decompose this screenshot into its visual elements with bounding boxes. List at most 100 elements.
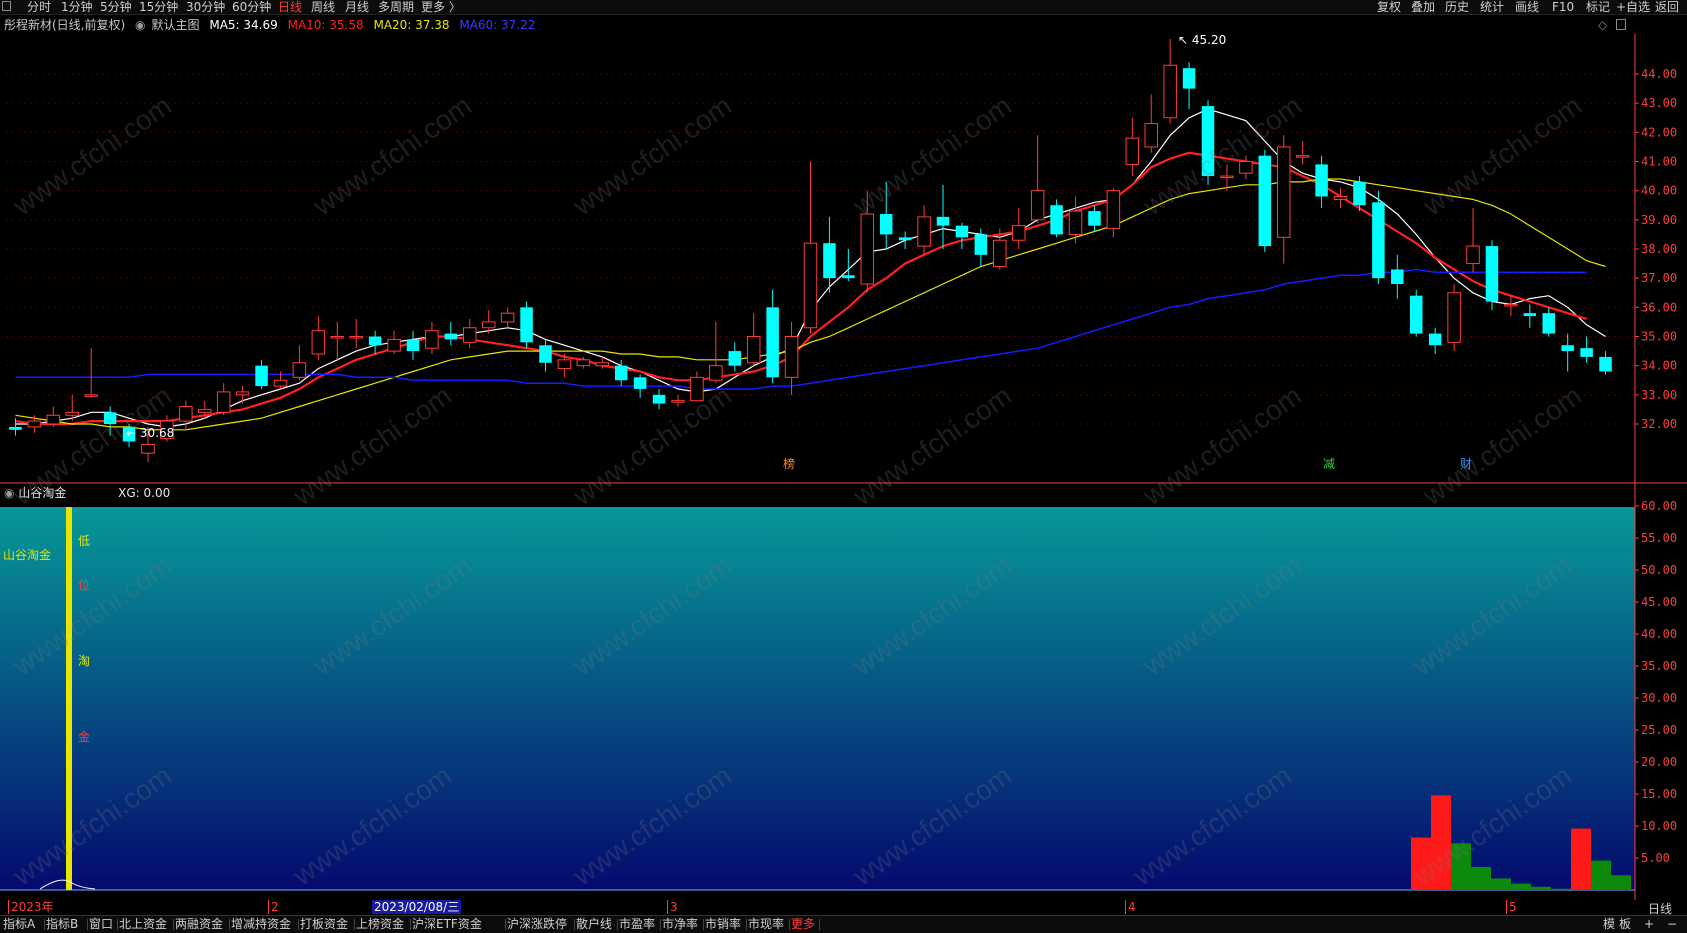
candle-up xyxy=(1466,245,1480,265)
indicator-name[interactable]: 默认主图 xyxy=(152,18,200,32)
candle-down xyxy=(842,275,855,279)
indicator-chart[interactable]: 60.00 55.00 50.00 45.00 40.00 35.00 30.00 25.00… xyxy=(0,484,1687,900)
candle-up xyxy=(198,408,212,413)
period-indicator[interactable]: 日线 xyxy=(1648,900,1672,917)
event-marker-0[interactable]: 榜 xyxy=(783,456,795,471)
candle-up xyxy=(330,336,345,339)
candle-up xyxy=(46,414,61,425)
candle-up xyxy=(576,359,591,367)
indicator-toggle-icon[interactable]: ◉ xyxy=(135,18,145,32)
period-tab-3[interactable]: 15分钟 xyxy=(139,0,178,14)
tab-separator xyxy=(229,919,230,930)
toolbar-button-0[interactable]: 复权 xyxy=(1377,0,1401,14)
valley-bar xyxy=(1471,866,1491,890)
candle-up xyxy=(993,239,1007,267)
candle-up xyxy=(141,443,155,454)
event-marker-1[interactable]: 减 xyxy=(1323,457,1335,471)
bottom-right-button-2[interactable]: + xyxy=(1644,916,1654,933)
candle-down xyxy=(406,339,420,352)
period-tab-8[interactable]: 月线 xyxy=(345,0,369,14)
indicator-tab-14[interactable]: 市现率 xyxy=(748,916,784,933)
diamond-icon[interactable]: ◇ xyxy=(1598,18,1607,32)
period-tab-7[interactable]: 周线 xyxy=(311,0,335,14)
valley-bar xyxy=(1531,886,1551,890)
price-chart[interactable]: 44.00 43.00 42.00 41.00 40.00 39.00 38.00 37.00… xyxy=(0,34,1687,484)
toolbar-button-1[interactable]: 叠加 xyxy=(1411,0,1435,14)
candle-up xyxy=(1030,190,1045,221)
price-tick-label: 36.00 xyxy=(1641,300,1677,314)
period-tab-4[interactable]: 30分钟 xyxy=(186,0,225,14)
toolbar-button-2[interactable]: 历史 xyxy=(1445,0,1469,14)
indicator-tab-8[interactable]: 沪深ETF资金 xyxy=(412,916,482,933)
period-tab-2[interactable]: 5分钟 xyxy=(100,0,132,14)
candle-up xyxy=(860,213,875,285)
panel-toggle-icon[interactable] xyxy=(1616,19,1626,30)
candle-up xyxy=(557,359,572,370)
price-tick-label: 43.00 xyxy=(1641,96,1677,110)
price-tick-label: 38.00 xyxy=(1641,242,1677,256)
candle-up xyxy=(1333,196,1348,200)
indicator-tab-13[interactable]: 市销率 xyxy=(705,916,741,933)
price-tick-label: 34.00 xyxy=(1641,359,1677,373)
bottom-right-button-3[interactable]: − xyxy=(1667,916,1677,933)
candle-down xyxy=(1409,295,1423,334)
indicator-tab-7[interactable]: 上榜资金 xyxy=(356,916,404,933)
indicator-tab-4[interactable]: 两融资金 xyxy=(175,916,223,933)
sub-tick-label: 25.00 xyxy=(1641,723,1677,737)
candle-down xyxy=(1315,164,1328,197)
tab-separator xyxy=(173,919,174,930)
period-tab-5[interactable]: 60分钟 xyxy=(232,0,271,14)
tab-separator xyxy=(789,919,790,930)
indicator-tab-9[interactable]: 沪深涨跌停 xyxy=(507,916,567,933)
valley-bar xyxy=(1511,883,1531,890)
period-tab-1[interactable]: 1分钟 xyxy=(61,0,93,14)
indicator-tab-6[interactable]: 打板资金 xyxy=(300,916,348,933)
toolbar-button-7[interactable]: +自选 xyxy=(1616,0,1650,14)
candle-up xyxy=(709,365,723,381)
candle-down xyxy=(898,237,912,241)
indicator-tab-2[interactable]: 窗口 xyxy=(89,916,113,933)
candle-up xyxy=(1504,303,1518,307)
period-tab-0[interactable]: 分时 xyxy=(27,0,51,14)
bottom-right-button-0[interactable]: 模 xyxy=(1603,916,1615,933)
signal-text-2: 淘 xyxy=(78,654,91,668)
sub-tick-label: 5.00 xyxy=(1641,851,1670,865)
toolbar-button-8[interactable]: 返回 xyxy=(1655,0,1679,14)
candle-up xyxy=(292,362,307,378)
tab-separator xyxy=(44,919,45,930)
toolbar-button-4[interactable]: 画线 xyxy=(1515,0,1539,14)
indicator-tab-15[interactable]: 更多 xyxy=(791,916,815,933)
toolbar-button-3[interactable]: 统计 xyxy=(1480,0,1504,14)
toolbar-button-5[interactable]: F10 xyxy=(1552,0,1574,14)
candle-down xyxy=(520,307,533,343)
period-tab-10[interactable]: 更多 〉 xyxy=(421,0,461,14)
indicator-tab-5[interactable]: 增减持资金 xyxy=(231,916,291,933)
indicator-tab-12[interactable]: 市净率 xyxy=(662,916,698,933)
candle-down xyxy=(1050,205,1063,235)
candle-down xyxy=(955,225,969,238)
indicator-tab-3[interactable]: 北上资金 xyxy=(119,916,167,933)
candle-down xyxy=(444,333,458,340)
candle-down xyxy=(1542,313,1555,334)
indicator-tab-1[interactable]: 指标B xyxy=(46,916,78,933)
period-tab-9[interactable]: 多周期 xyxy=(378,0,414,14)
price-tick-label: 39.00 xyxy=(1641,213,1677,227)
indicator-tab-0[interactable]: 指标A xyxy=(3,916,35,933)
stock-title[interactable]: 彤程新材(日线,前复权) xyxy=(4,18,125,32)
candle-up xyxy=(1276,146,1291,238)
candle-up xyxy=(84,394,98,397)
indicator-tab-10[interactable]: 散户线 xyxy=(576,916,612,933)
indicator-tab-11[interactable]: 市盈率 xyxy=(619,916,655,933)
bottom-right-button-1[interactable]: 板 xyxy=(1619,916,1631,933)
window-icon[interactable] xyxy=(2,1,11,11)
ma20-value: MA20: 37.38 xyxy=(373,18,450,32)
candle-down xyxy=(879,214,893,235)
signal-text-1: 位 xyxy=(78,578,91,592)
candle-down xyxy=(1353,181,1366,206)
tab-separator xyxy=(660,919,661,930)
valley-bar xyxy=(1571,828,1591,890)
toolbar-button-6[interactable]: 标记 xyxy=(1586,0,1610,14)
period-tab-6[interactable]: 日线 xyxy=(278,0,302,14)
price-tick-label: 32.00 xyxy=(1641,417,1677,431)
candle-up xyxy=(463,327,477,343)
